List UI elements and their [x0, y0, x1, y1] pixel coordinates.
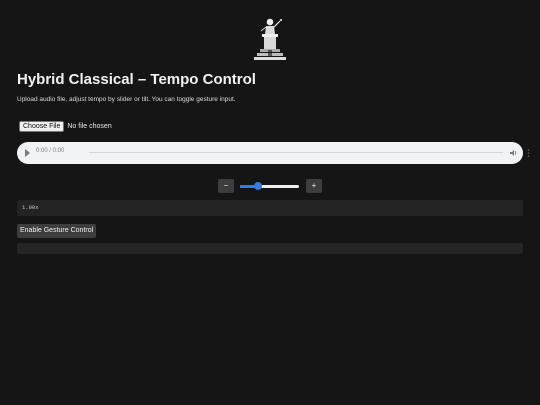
tempo-control-page: Hybrid Classical – Tempo Control Upload … — [0, 0, 540, 405]
play-icon[interactable] — [25, 149, 30, 157]
audio-progress-bar[interactable] — [89, 152, 503, 153]
file-status-text: No file chosen — [67, 123, 112, 130]
tempo-value: 1.00x — [22, 204, 39, 211]
file-upload-row: Choose File No file chosen — [19, 121, 112, 132]
tempo-readout: 1.00x — [17, 200, 523, 216]
tempo-slider-thumb[interactable] — [254, 182, 263, 190]
tempo-decrease-button[interactable]: − — [218, 179, 234, 193]
page-subtitle: Upload audio file, adjust tempo by slide… — [17, 96, 236, 103]
tempo-slider[interactable] — [240, 182, 299, 190]
audio-time: 0:00 / 0:00 — [36, 148, 65, 154]
tempo-controls: − + — [218, 179, 323, 194]
enable-gesture-control-button[interactable]: Enable Gesture Control — [17, 224, 97, 238]
tempo-increase-button[interactable]: + — [306, 179, 322, 193]
page-title: Hybrid Classical – Tempo Control — [17, 71, 256, 88]
gesture-status-bar — [17, 243, 523, 254]
more-vertical-icon[interactable] — [527, 149, 530, 157]
volume-icon[interactable] — [510, 149, 518, 157]
audio-player[interactable]: 0:00 / 0:00 — [17, 142, 530, 164]
conductor-podium-icon — [254, 18, 286, 60]
choose-file-button[interactable]: Choose File — [19, 121, 65, 132]
